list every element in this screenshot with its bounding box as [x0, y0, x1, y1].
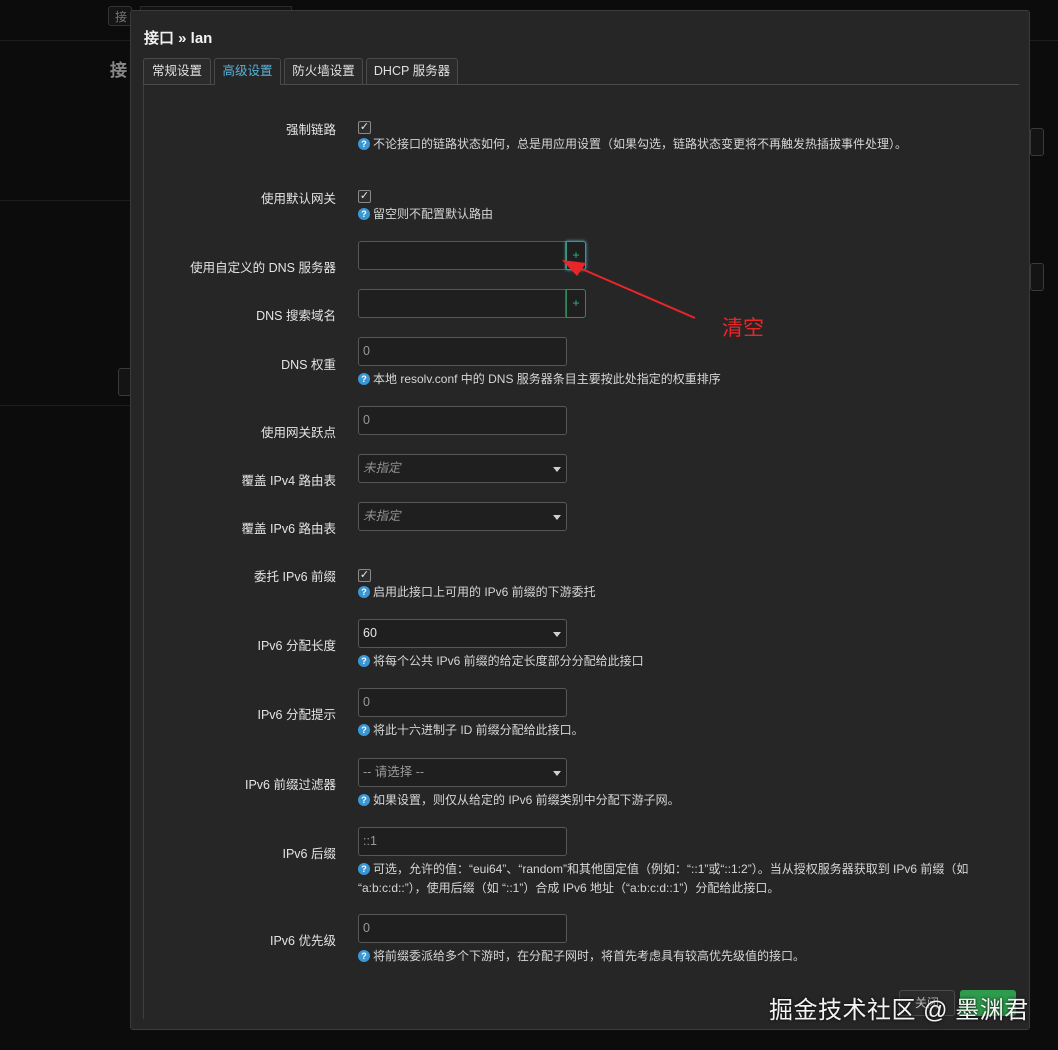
watermark: 掘金技术社区 @ 墨渊君	[769, 997, 1029, 1024]
annotation-arrow-icon	[562, 260, 696, 319]
annotation-text: 清空	[722, 317, 764, 340]
